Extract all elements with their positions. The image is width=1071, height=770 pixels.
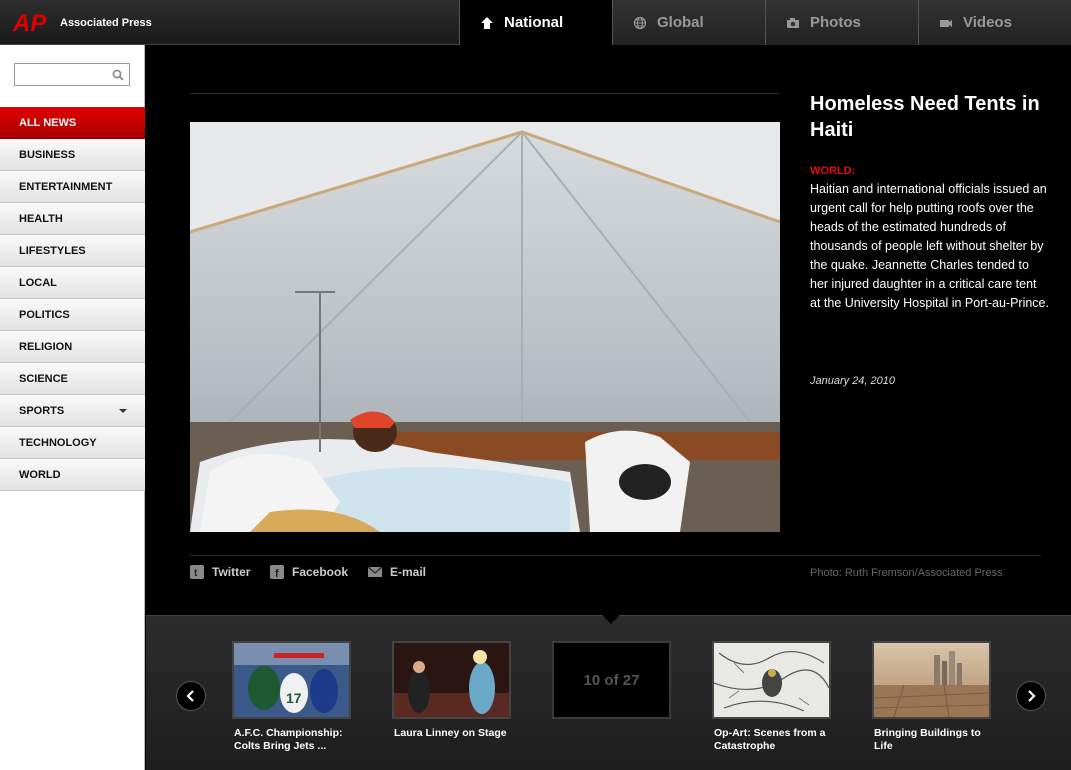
divider — [190, 93, 780, 94]
article-area: Homeless Need Tents in Haiti WORLD: Hait… — [146, 45, 1071, 615]
share-twitter-button[interactable]: t Twitter — [190, 565, 250, 579]
sidebar-item-label: RELIGION — [19, 340, 73, 353]
sidebar-item-label: ENTERTAINMENT — [19, 180, 113, 193]
sidebar-item-all-news[interactable]: ALL NEWS — [0, 107, 145, 139]
sidebar-item-label: POLITICS — [19, 308, 70, 321]
divider — [190, 555, 1041, 556]
share-label: Twitter — [212, 565, 251, 579]
sidebar-item-local[interactable]: LOCAL — [0, 267, 145, 299]
thumbnail-op-art[interactable] — [712, 641, 831, 719]
svg-text:f: f — [275, 568, 279, 579]
thumbnail-caption[interactable]: A.F.C. Championship: Colts Bring Jets ..… — [234, 727, 354, 753]
sidebar-item-world[interactable]: WORLD — [0, 459, 145, 491]
share-label: Facebook — [292, 565, 349, 579]
top-bar: AP Associated Press National Global Phot… — [0, 0, 1071, 45]
main-tabs: National Global Photos Videos — [459, 0, 1071, 45]
thumbnail-caption[interactable]: Bringing Buildings to Life — [874, 727, 994, 753]
article-headline: Homeless Need Tents in Haiti — [810, 93, 1040, 141]
filmstrip: 17 A.F.C. Championship: Colts Bring Jets… — [146, 615, 1071, 770]
football-thumbnail-image: 17 — [234, 643, 349, 717]
tab-global[interactable]: Global — [612, 0, 765, 45]
brand-name: Associated Press — [60, 17, 152, 29]
sidebar-item-label: SPORTS — [19, 404, 65, 417]
thumbnail-laura-linney[interactable] — [392, 641, 511, 719]
chevron-down-icon[interactable] — [119, 409, 127, 413]
section-nav: ALL NEWS BUSINESS ENTERTAINMENT HEALTH L… — [0, 107, 145, 491]
tab-label: Photos — [810, 14, 861, 31]
section-label[interactable]: WORLD: — [810, 165, 855, 177]
share-label: E-mail — [390, 565, 427, 579]
sidebar-item-science[interactable]: SCIENCE — [0, 363, 145, 395]
sidebar-item-religion[interactable]: RELIGION — [0, 331, 145, 363]
previous-button[interactable] — [176, 681, 206, 711]
thumbnail-buildings[interactable] — [872, 641, 991, 719]
search-input[interactable] — [15, 64, 109, 85]
article-date: January 24, 2010 — [810, 375, 896, 387]
tab-label: Videos — [963, 14, 1012, 31]
search-icon[interactable] — [112, 69, 124, 81]
article-body: Haitian and international officials issu… — [810, 182, 1049, 310]
chevron-left-icon — [186, 690, 194, 702]
thumbnail-afc-championship[interactable]: 17 — [232, 641, 351, 719]
sidebar-item-politics[interactable]: POLITICS — [0, 299, 145, 331]
share-facebook-button[interactable]: f Facebook — [270, 565, 348, 579]
sidebar-item-label: WORLD — [19, 468, 61, 481]
sidebar-item-business[interactable]: BUSINESS — [0, 139, 145, 171]
theater-thumbnail-image — [394, 643, 509, 717]
sidebar-item-technology[interactable]: TECHNOLOGY — [0, 427, 145, 459]
main-photo[interactable] — [190, 122, 780, 532]
photo-counter: 10 of 27 — [583, 671, 640, 689]
sidebar-item-label: ALL NEWS — [19, 116, 77, 129]
sketch-thumbnail-image — [714, 643, 829, 717]
home-icon — [481, 16, 493, 29]
sidebar-item-label: BUSINESS — [19, 148, 76, 161]
thumbnail-caption[interactable]: Op-Art: Scenes from a Catastrophe — [714, 727, 834, 753]
photo-credit: Photo: Ruth Fremson/Associated Press — [810, 567, 1003, 579]
svg-text:17: 17 — [286, 690, 302, 706]
sidebar-item-label: HEALTH — [19, 212, 63, 225]
search-box — [14, 63, 130, 86]
sidebar-item-label: LIFESTYLES — [19, 244, 86, 257]
twitter-icon: t — [190, 565, 204, 579]
sidebar-item-entertainment[interactable]: ENTERTAINMENT — [0, 171, 145, 203]
tab-photos[interactable]: Photos — [765, 0, 918, 45]
tab-videos[interactable]: Videos — [918, 0, 1071, 45]
share-email-button[interactable]: E-mail — [368, 565, 426, 579]
sidebar: ALL NEWS BUSINESS ENTERTAINMENT HEALTH L… — [0, 45, 145, 770]
tab-national[interactable]: National — [459, 0, 612, 45]
ap-logo[interactable]: AP — [12, 9, 48, 35]
sidebar-item-health[interactable]: HEALTH — [0, 203, 145, 235]
city-thumbnail-image — [874, 643, 989, 717]
current-indicator — [602, 615, 620, 624]
facebook-icon: f — [270, 565, 284, 579]
globe-icon — [633, 16, 647, 29]
current-photo-counter: 10 of 27 — [552, 641, 671, 719]
video-camera-icon — [940, 19, 952, 27]
sidebar-item-sports[interactable]: SPORTS — [0, 395, 145, 427]
next-button[interactable] — [1016, 681, 1046, 711]
envelope-icon — [368, 566, 382, 577]
sidebar-item-label: SCIENCE — [19, 372, 68, 385]
camera-icon — [787, 17, 799, 28]
chevron-right-icon — [1028, 690, 1036, 702]
sidebar-item-label: TECHNOLOGY — [19, 436, 97, 449]
tent-photo-image — [190, 122, 780, 532]
sidebar-item-label: LOCAL — [19, 276, 57, 289]
tab-label: National — [504, 14, 564, 31]
tab-label: Global — [657, 14, 704, 31]
thumbnail-caption[interactable]: Laura Linney on Stage — [394, 727, 514, 740]
svg-text:AP: AP — [12, 10, 47, 35]
sidebar-item-lifestyles[interactable]: LIFESTYLES — [0, 235, 145, 267]
